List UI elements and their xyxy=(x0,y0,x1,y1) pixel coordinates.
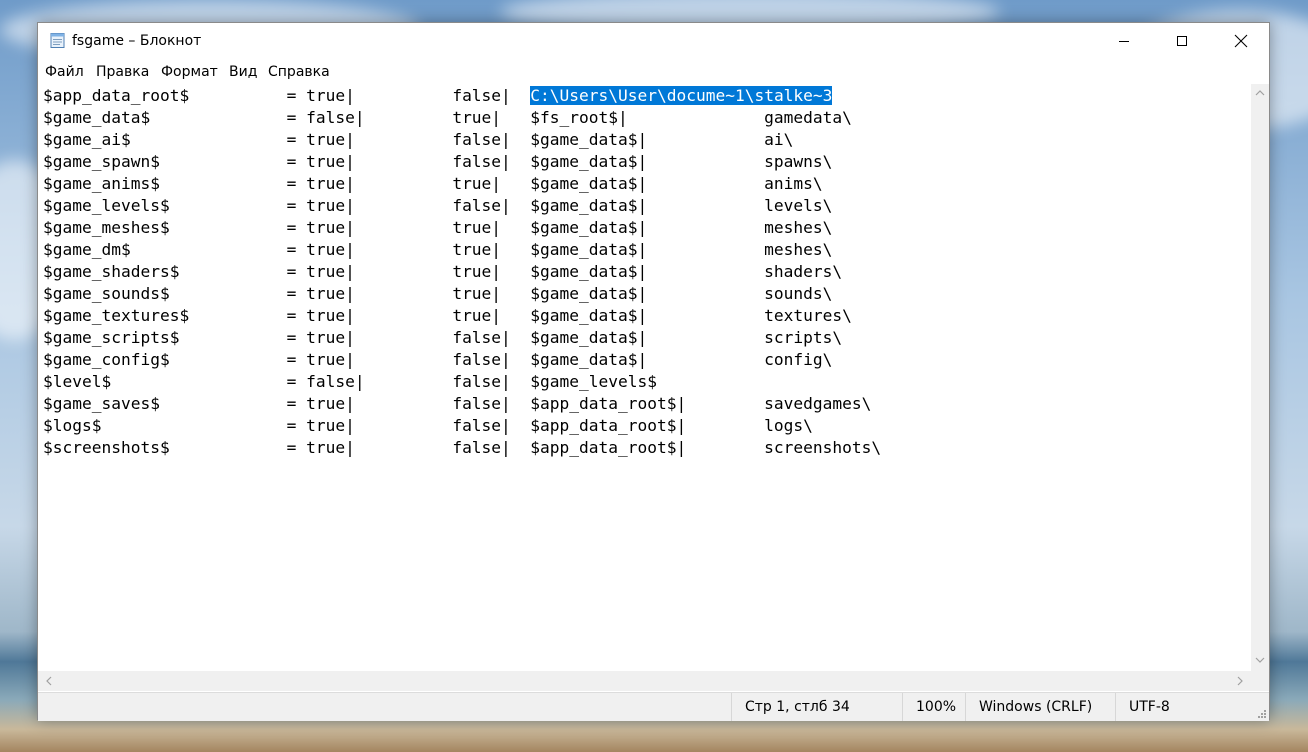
editor-line: $game_levels$ = true| false| $game_data$… xyxy=(43,196,833,215)
editor-line: $level$ = false| false| $game_levels$ xyxy=(43,372,657,391)
cursor-position: Стр 1, стлб 34 xyxy=(731,693,907,721)
zoom-level: 100% xyxy=(902,693,965,721)
menu-view[interactable]: Вид xyxy=(229,64,257,80)
editor-line: $game_config$ = true| false| $game_data$… xyxy=(43,350,833,369)
line-endings: Windows (CRLF) xyxy=(965,693,1115,721)
notepad-window: fsgame – Блокнот Файл Правка Формат Вид … xyxy=(37,22,1270,721)
menu-edit[interactable]: Правка xyxy=(96,64,149,80)
minimize-button[interactable] xyxy=(1095,23,1153,59)
menu-bar: Файл Правка Формат Вид Справка xyxy=(38,61,1269,83)
editor-line: $game_dm$ = true| true| $game_data$| mes… xyxy=(43,240,833,259)
vertical-scrollbar[interactable] xyxy=(1251,84,1269,671)
editor-line: $game_scripts$ = true| false| $game_data… xyxy=(43,328,843,347)
menu-help[interactable]: Справка xyxy=(268,64,330,80)
editor-line: $game_anims$ = true| true| $game_data$| … xyxy=(43,174,823,193)
maximize-button[interactable] xyxy=(1153,23,1211,59)
scroll-right-icon[interactable] xyxy=(1231,671,1249,691)
editor-line: $game_saves$ = true| false| $app_data_ro… xyxy=(43,394,872,413)
scroll-down-icon[interactable] xyxy=(1251,651,1269,669)
editor-line: $app_data_root$ = true| false| C:\Users\… xyxy=(43,85,833,107)
text-editor[interactable]: $app_data_root$ = true| false| C:\Users\… xyxy=(38,84,1251,671)
editor-line: $logs$ = true| false| $app_data_root$| l… xyxy=(43,416,813,435)
editor-line: $game_textures$ = true| true| $game_data… xyxy=(43,306,852,325)
editor-line: $game_data$ = false| true| $fs_root$| ga… xyxy=(43,108,852,127)
notepad-icon xyxy=(50,33,65,48)
menu-file[interactable]: Файл xyxy=(45,64,84,80)
editor-line: $game_sounds$ = true| true| $game_data$|… xyxy=(43,284,833,303)
resize-grip-icon[interactable] xyxy=(1257,709,1267,719)
close-button[interactable] xyxy=(1212,23,1270,59)
maximize-icon xyxy=(1177,36,1187,46)
line-text: $app_data_root$ = true| false| xyxy=(43,86,531,105)
scroll-up-icon[interactable] xyxy=(1251,84,1269,102)
encoding: UTF-8 xyxy=(1115,693,1255,721)
scrollbar-corner xyxy=(1251,671,1269,691)
status-bar: Стр 1, стлб 34 100% Windows (CRLF) UTF-8 xyxy=(38,692,1269,721)
selected-text[interactable]: C:\Users\User\docume~1\stalke~3 xyxy=(530,86,833,105)
scroll-left-icon[interactable] xyxy=(40,671,58,691)
editor-line: $game_ai$ = true| false| $game_data$| ai… xyxy=(43,130,794,149)
horizontal-scrollbar[interactable] xyxy=(38,671,1251,691)
title-bar[interactable]: fsgame – Блокнот xyxy=(38,23,1269,59)
menu-format[interactable]: Формат xyxy=(161,64,218,80)
window-title: fsgame – Блокнот xyxy=(72,33,202,49)
editor-line: $game_meshes$ = true| true| $game_data$|… xyxy=(43,218,833,237)
editor-line: $game_shaders$ = true| true| $game_data$… xyxy=(43,262,843,281)
minimize-icon xyxy=(1119,41,1129,42)
editor-line: $screenshots$ = true| false| $app_data_r… xyxy=(43,438,882,457)
editor-line: $game_spawn$ = true| false| $game_data$|… xyxy=(43,152,833,171)
close-icon xyxy=(1234,34,1248,48)
